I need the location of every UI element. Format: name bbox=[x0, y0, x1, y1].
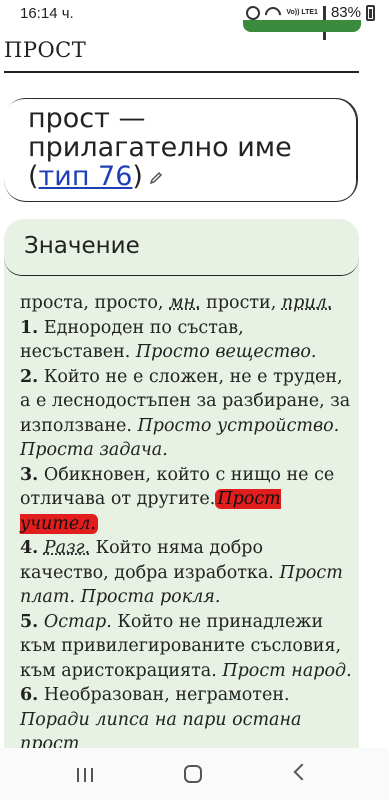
status-icons: Vo)) LTE1 83% bbox=[246, 4, 375, 40]
headword-line1: прост — bbox=[28, 103, 146, 134]
paren-open: ( bbox=[28, 161, 39, 192]
home-icon[interactable] bbox=[184, 765, 202, 783]
partial-button[interactable] bbox=[243, 20, 361, 32]
signal-icon bbox=[322, 5, 326, 40]
clock: 16:14 ч. bbox=[20, 5, 74, 22]
abbr-adjective[interactable]: прил. bbox=[282, 293, 332, 313]
meaning-panel: Значение проста, просто, мн. прости, при… bbox=[4, 219, 359, 779]
sense-2: 2. Който не е сложен, не е труден, а е л… bbox=[20, 366, 351, 461]
headword-type: (тип 76) bbox=[28, 162, 292, 191]
sense-6: 6. Необразован, неграмотен. Поради липса… bbox=[20, 685, 302, 754]
headword-text: прост — прилагателно име (тип 76) bbox=[28, 104, 292, 191]
sense-4: 4. Разг. Който няма добро качество, добр… bbox=[20, 538, 343, 607]
meaning-heading: Значение bbox=[24, 233, 140, 259]
forms-line: проста, просто, мн. прости, прил. bbox=[20, 293, 333, 313]
abbr-colloquial[interactable]: Разг. bbox=[44, 538, 90, 558]
headword-line2: прилагателно име bbox=[28, 132, 292, 163]
sense-1: 1. Еднороден по състав, несъставен. Прос… bbox=[20, 317, 317, 363]
volte-icon: Vo)) LTE1 bbox=[286, 9, 318, 16]
title-divider bbox=[4, 71, 359, 73]
abbr-plural[interactable]: мн. bbox=[169, 293, 201, 313]
back-icon[interactable] bbox=[293, 763, 311, 781]
battery-percent: 83% bbox=[330, 4, 361, 21]
meaning-header[interactable]: Значение bbox=[4, 219, 359, 276]
meaning-content: проста, просто, мн. прости, прил. 1. Едн… bbox=[20, 291, 354, 757]
sense-5: 5. Остар. Който не принадлежи към привил… bbox=[20, 611, 352, 681]
wifi-icon bbox=[265, 7, 281, 19]
page-title: ПРОСТ bbox=[4, 38, 87, 62]
navigation-bar bbox=[0, 748, 389, 800]
recent-apps-icon[interactable] bbox=[77, 768, 93, 782]
paren-close: ) bbox=[132, 161, 143, 192]
edit-pencil-icon[interactable] bbox=[149, 171, 163, 185]
battery-icon bbox=[366, 4, 375, 21]
alarm-icon bbox=[246, 5, 261, 20]
sense-3: 3. Обикновен, който с нищо не се отличав… bbox=[20, 464, 335, 534]
type-link[interactable]: тип 76 bbox=[39, 161, 133, 192]
headword-box: прост — прилагателно име (тип 76) bbox=[4, 98, 358, 202]
